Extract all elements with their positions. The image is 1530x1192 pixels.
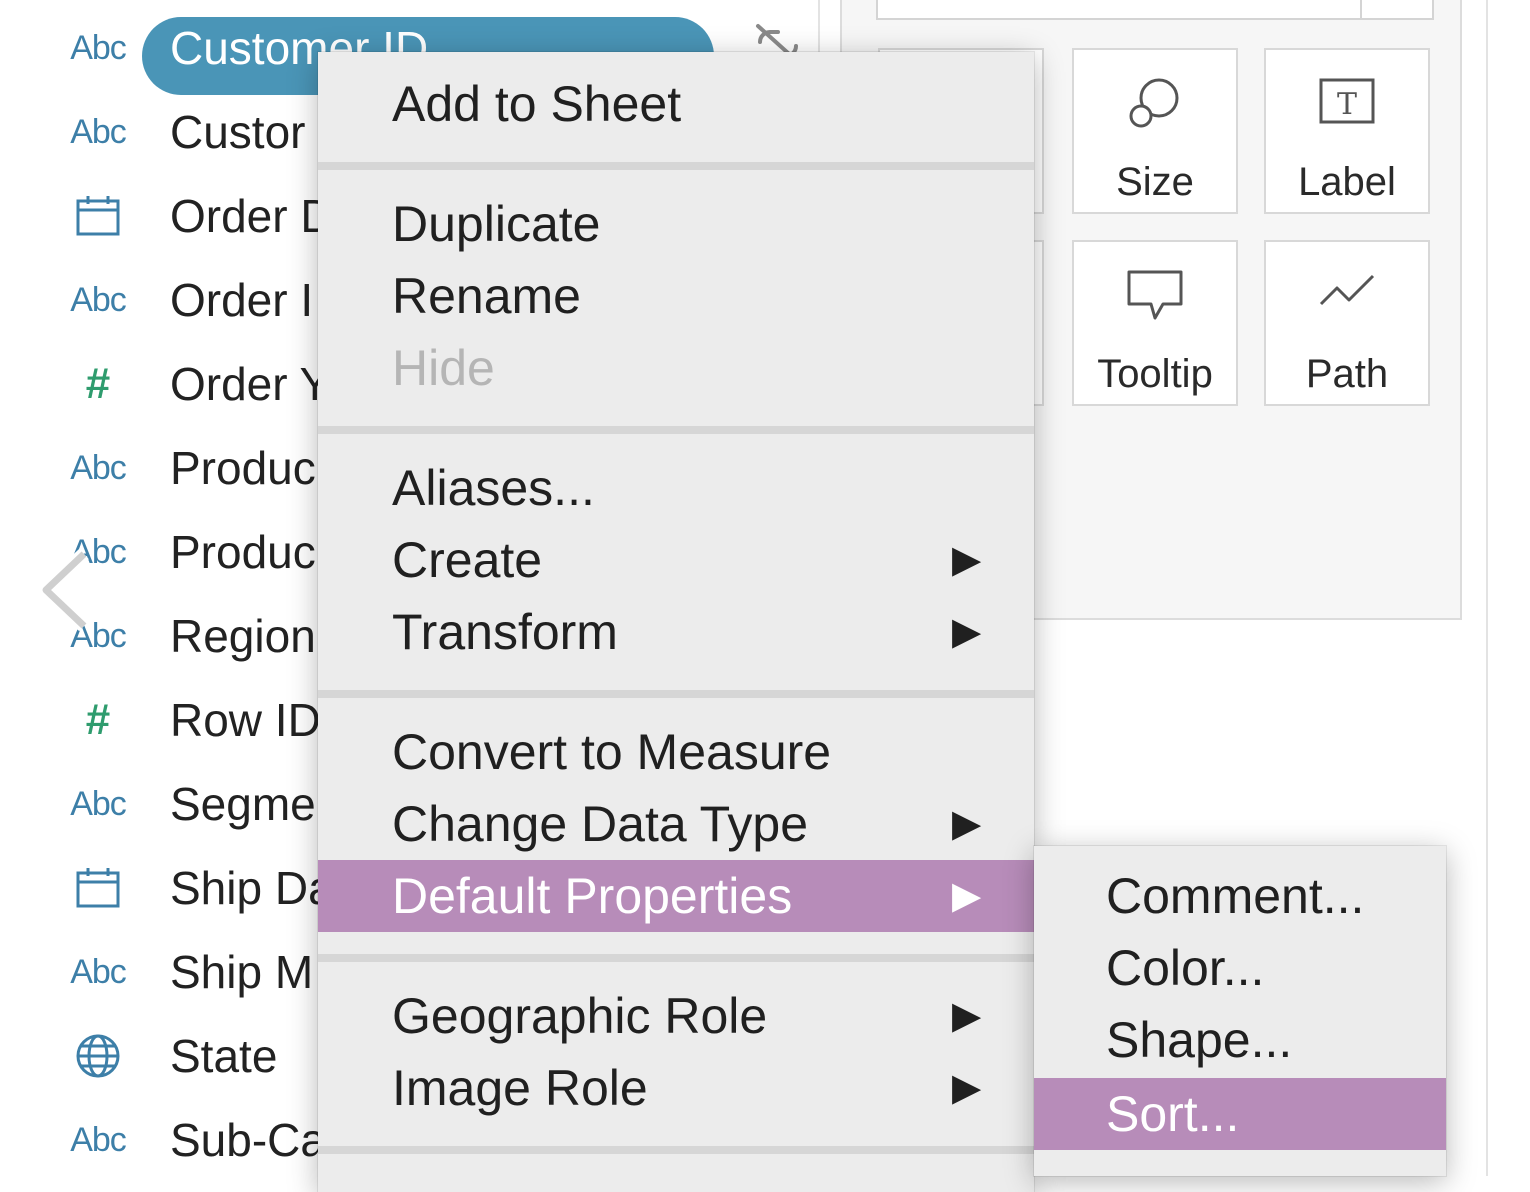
field-label: Ship Da: [170, 862, 334, 914]
menu-item-rename[interactable]: Rename: [318, 260, 1034, 332]
field-label: Custor: [170, 106, 306, 158]
menu-item-label: Color...: [1106, 940, 1265, 996]
menu-item-convert-to-measure[interactable]: Convert to Measure: [318, 716, 1034, 788]
size-icon: [1129, 78, 1179, 128]
menu-item-label: Change Data Type: [392, 796, 809, 852]
mark-label: Label: [1298, 160, 1396, 204]
menu-separator: [318, 954, 1034, 962]
menu-separator: [318, 426, 1034, 434]
default-properties-submenu: Comment... Color... Shape... Sort...: [1034, 846, 1446, 1176]
menu-item-duplicate[interactable]: Duplicate: [318, 188, 1034, 260]
mark-label: Tooltip: [1097, 352, 1213, 396]
string-type-icon: Abc: [70, 952, 127, 991]
string-type-icon: Abc: [70, 448, 127, 487]
field-label: Order D: [170, 190, 334, 242]
field-label: Produc: [170, 442, 316, 494]
date-type-icon: [66, 194, 130, 238]
submenu-arrow-icon: ▶: [952, 539, 982, 581]
menu-separator: [318, 690, 1034, 698]
mark-button-tooltip[interactable]: Tooltip: [1072, 240, 1238, 406]
mark-button-size[interactable]: Size: [1072, 48, 1238, 214]
menu-item-label: Geographic Role: [392, 988, 768, 1044]
field-label: Produc: [170, 526, 316, 578]
submenu-item-sort[interactable]: Sort...: [1034, 1078, 1446, 1150]
submenu-arrow-icon: ▶: [952, 611, 982, 653]
menu-item-label: Aliases...: [392, 460, 595, 516]
mark-button-label[interactable]: T Label: [1264, 48, 1430, 214]
menu-item-transform[interactable]: Transform ▶: [318, 596, 1034, 668]
field-label: Order I: [170, 274, 314, 326]
field-label: State: [170, 1030, 278, 1082]
menu-item-default-properties[interactable]: Default Properties ▶: [318, 860, 1034, 932]
submenu-arrow-icon: ▶: [952, 995, 982, 1037]
menu-item-label: Shape...: [1106, 1012, 1293, 1068]
menu-item-geographic-role[interactable]: Geographic Role ▶: [318, 980, 1034, 1052]
context-menu: Add to Sheet Duplicate Rename Hide Alias…: [318, 52, 1034, 1192]
svg-text:T: T: [1337, 87, 1357, 122]
field-label: Row ID: [170, 694, 321, 746]
submenu-arrow-icon: ▶: [952, 1067, 982, 1109]
menu-item-change-data-type[interactable]: Change Data Type ▶: [318, 788, 1034, 860]
number-type-icon: #: [85, 695, 111, 744]
field-label: Order Y: [170, 358, 331, 410]
chevron-left-icon[interactable]: [36, 548, 96, 632]
field-label: Sub-Ca: [170, 1114, 326, 1166]
menu-item-create[interactable]: Create ▶: [318, 524, 1034, 596]
field-label: Ship M: [170, 946, 314, 998]
menu-item-label: Transform: [392, 604, 618, 660]
submenu-item-comment[interactable]: Comment...: [1034, 860, 1446, 932]
menu-item-label: Comment...: [1106, 868, 1365, 924]
field-label: Region: [170, 610, 316, 662]
mark-type-dropdown[interactable]: [876, 0, 1434, 20]
string-type-icon: Abc: [70, 280, 127, 319]
submenu-item-shape[interactable]: Shape...: [1034, 1004, 1446, 1076]
menu-item-label: Image Role: [392, 1060, 648, 1116]
menu-item-label: Add to Sheet: [392, 76, 682, 132]
field-label: Segme: [170, 778, 316, 830]
menu-item-label: Duplicate: [392, 196, 601, 252]
string-type-icon: Abc: [70, 112, 127, 151]
menu-item-aliases[interactable]: Aliases...: [318, 452, 1034, 524]
path-icon: [1319, 274, 1375, 306]
menu-separator: [318, 162, 1034, 170]
menu-item-label: Rename: [392, 268, 581, 324]
panel-edge: [1486, 0, 1488, 1176]
menu-item-add-to-sheet[interactable]: Add to Sheet: [318, 68, 1034, 140]
submenu-arrow-icon: ▶: [952, 803, 982, 845]
menu-item-label: Default Properties: [392, 868, 793, 924]
menu-item-label: Create: [392, 532, 543, 588]
number-type-icon: #: [85, 359, 111, 408]
string-type-icon: Abc: [70, 28, 127, 67]
mark-button-path[interactable]: Path: [1264, 240, 1430, 406]
label-icon: T: [1319, 78, 1375, 124]
date-type-icon: [66, 866, 130, 910]
string-type-icon: Abc: [70, 784, 127, 823]
mark-label: Path: [1305, 352, 1389, 396]
tooltip-icon: [1127, 270, 1183, 320]
menu-item-label: Sort...: [1106, 1086, 1240, 1142]
menu-item-image-role[interactable]: Image Role ▶: [318, 1052, 1034, 1124]
mark-label: Size: [1116, 160, 1194, 204]
string-type-icon: Abc: [70, 1120, 127, 1159]
menu-item-hide: Hide: [318, 332, 1034, 404]
menu-item-label: Hide: [392, 340, 495, 396]
menu-separator: [318, 1146, 1034, 1154]
menu-item-label: Convert to Measure: [392, 724, 832, 780]
submenu-item-color[interactable]: Color...: [1034, 932, 1446, 1004]
globe-icon: [66, 1034, 130, 1078]
submenu-arrow-icon: ▶: [952, 875, 982, 917]
